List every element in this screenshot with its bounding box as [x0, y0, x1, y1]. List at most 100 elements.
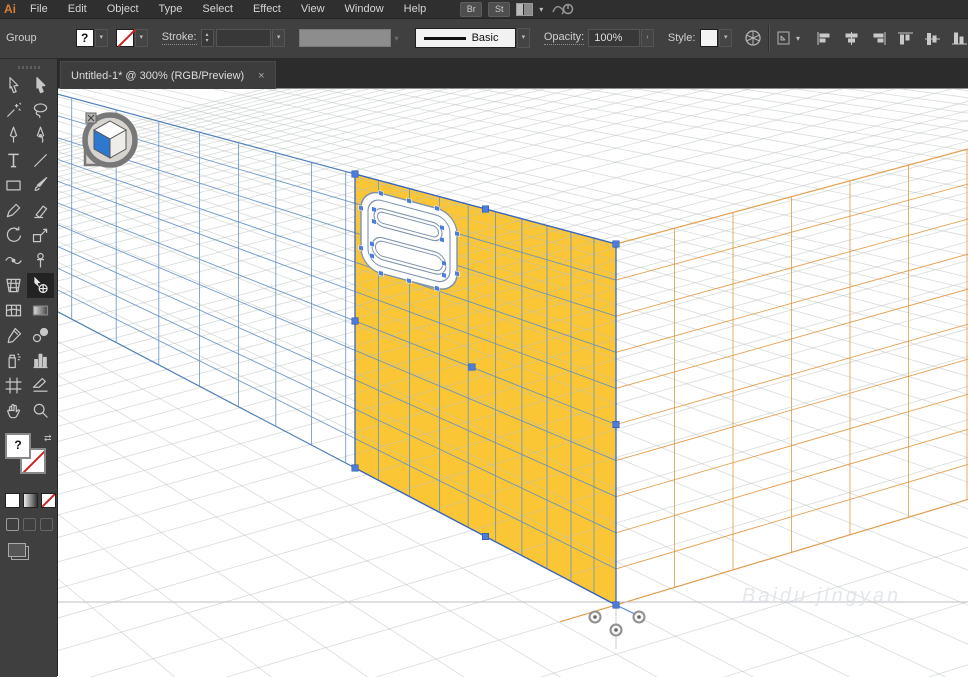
anchor-point[interactable] [407, 198, 412, 204]
selection-handle[interactable] [613, 602, 619, 608]
pen-tool[interactable] [0, 123, 27, 148]
align-bottom-icon[interactable] [951, 31, 968, 46]
anchor-point[interactable] [359, 245, 364, 251]
stock-button[interactable]: St [488, 2, 510, 17]
anchor-point[interactable] [370, 253, 375, 259]
workspace-layout-icon[interactable] [516, 3, 533, 16]
anchor-point[interactable] [455, 231, 460, 237]
anchor-point[interactable] [372, 207, 377, 213]
perspective-grid-tool[interactable] [0, 273, 27, 298]
anchor-point[interactable] [372, 219, 377, 225]
anchor-point[interactable] [407, 278, 412, 284]
anchor-point[interactable] [442, 272, 447, 278]
menu-item-help[interactable]: Help [394, 0, 437, 18]
perspective-selection-tool[interactable] [27, 273, 54, 298]
paintbrush-tool[interactable] [27, 173, 54, 198]
stroke-weight-label[interactable]: Stroke: [162, 31, 197, 45]
opacity-input[interactable]: 100% [588, 29, 640, 47]
style-swatch[interactable] [700, 29, 718, 47]
menu-item-file[interactable]: File [20, 0, 58, 18]
zoom-tool[interactable] [27, 398, 54, 423]
blend-tool[interactable] [27, 323, 54, 348]
stroke-color-swatch[interactable] [116, 29, 134, 47]
direct-selection-tool[interactable] [27, 73, 54, 98]
type-tool[interactable] [0, 148, 27, 173]
stroke-weight-chevron-icon[interactable]: ▾ [272, 29, 285, 47]
color-button[interactable] [5, 493, 20, 508]
selection-handle[interactable] [352, 318, 358, 324]
style-chevron-icon[interactable]: ▾ [719, 29, 732, 47]
opacity-label[interactable]: Opacity: [544, 31, 584, 45]
anchor-point[interactable] [442, 260, 447, 266]
mesh-tool[interactable] [0, 298, 27, 323]
selection-tool[interactable] [0, 73, 27, 98]
selection-handle[interactable] [469, 364, 475, 370]
menu-item-type[interactable]: Type [149, 0, 193, 18]
bridge-button[interactable]: Br [460, 2, 482, 17]
ground-level-widget[interactable] [611, 625, 622, 636]
menu-item-edit[interactable]: Edit [58, 0, 97, 18]
artboard-tool[interactable] [0, 373, 27, 398]
opacity-expand-icon[interactable]: › [641, 29, 654, 47]
align-center-icon[interactable] [843, 31, 860, 46]
anchor-point[interactable] [379, 190, 384, 196]
fill-color-swatch[interactable]: ? [76, 29, 94, 47]
stroke-weight-input[interactable] [216, 29, 272, 47]
slice-tool[interactable] [27, 373, 54, 398]
puppet-warp-tool[interactable] [27, 248, 54, 273]
align-right-icon[interactable] [870, 31, 887, 46]
anchor-point[interactable] [370, 241, 375, 247]
anchor-point[interactable] [440, 225, 445, 231]
anchor-point[interactable] [359, 205, 364, 211]
menu-item-view[interactable]: View [291, 0, 335, 18]
none-button[interactable] [41, 493, 56, 508]
pencil-tool[interactable] [0, 198, 27, 223]
brush-definition-dropdown[interactable]: Basic [415, 28, 516, 48]
selection-handle[interactable] [482, 206, 488, 212]
plane-switch-widget[interactable] [85, 113, 135, 165]
menu-item-window[interactable]: Window [335, 0, 394, 18]
menu-item-select[interactable]: Select [192, 0, 243, 18]
gradient-button[interactable] [23, 493, 38, 508]
tab-close-icon[interactable]: × [258, 70, 264, 82]
hand-tool[interactable] [0, 398, 27, 423]
share-power-icon[interactable] [549, 2, 575, 16]
artboard-canvas[interactable]: Baidu jingyan [57, 88, 968, 677]
panel-grip[interactable] [18, 66, 40, 69]
symbol-sprayer-tool[interactable] [0, 348, 27, 373]
line-segment-tool[interactable] [27, 148, 54, 173]
lasso-tool[interactable] [27, 98, 54, 123]
selection-handle[interactable] [352, 465, 358, 471]
arrange-document-icon[interactable] [776, 29, 796, 47]
rotate-tool[interactable] [0, 223, 27, 248]
menu-item-object[interactable]: Object [97, 0, 149, 18]
selection-handle[interactable] [352, 171, 358, 177]
selection-handle[interactable] [482, 533, 488, 539]
gradient-tool[interactable] [27, 298, 54, 323]
anchor-point[interactable] [455, 271, 460, 277]
anchor-point[interactable] [440, 237, 445, 243]
document-tab[interactable]: Untitled-1* @ 300% (RGB/Preview) × [60, 61, 276, 89]
menu-item-effect[interactable]: Effect [243, 0, 291, 18]
draw-normal-mode-button[interactable] [6, 518, 19, 531]
rectangle-tool[interactable] [0, 173, 27, 198]
swap-fill-stroke-icon[interactable]: ⇄ [44, 433, 52, 444]
eyedropper-tool[interactable] [0, 323, 27, 348]
ground-level-widget[interactable] [590, 612, 601, 623]
anchor-point[interactable] [435, 285, 440, 291]
eraser-tool[interactable] [27, 198, 54, 223]
stroke-weight-stepper[interactable]: ▴▾ [201, 29, 214, 47]
selection-handle[interactable] [613, 421, 619, 427]
anchor-point[interactable] [435, 205, 440, 211]
draw-inside-mode-button[interactable] [40, 518, 53, 531]
align-top-icon[interactable] [897, 31, 914, 46]
ground-level-widget[interactable] [634, 612, 645, 623]
widget-close-icon[interactable] [86, 113, 96, 123]
arrange-chevron-icon[interactable]: ▾ [796, 34, 800, 43]
brush-chevron-icon[interactable]: ▾ [517, 28, 530, 48]
scale-tool[interactable] [27, 223, 54, 248]
column-graph-tool[interactable] [27, 348, 54, 373]
change-screen-mode-button[interactable] [8, 543, 26, 557]
fill-indicator[interactable]: ? [5, 433, 31, 459]
anchor-point[interactable] [379, 270, 384, 276]
